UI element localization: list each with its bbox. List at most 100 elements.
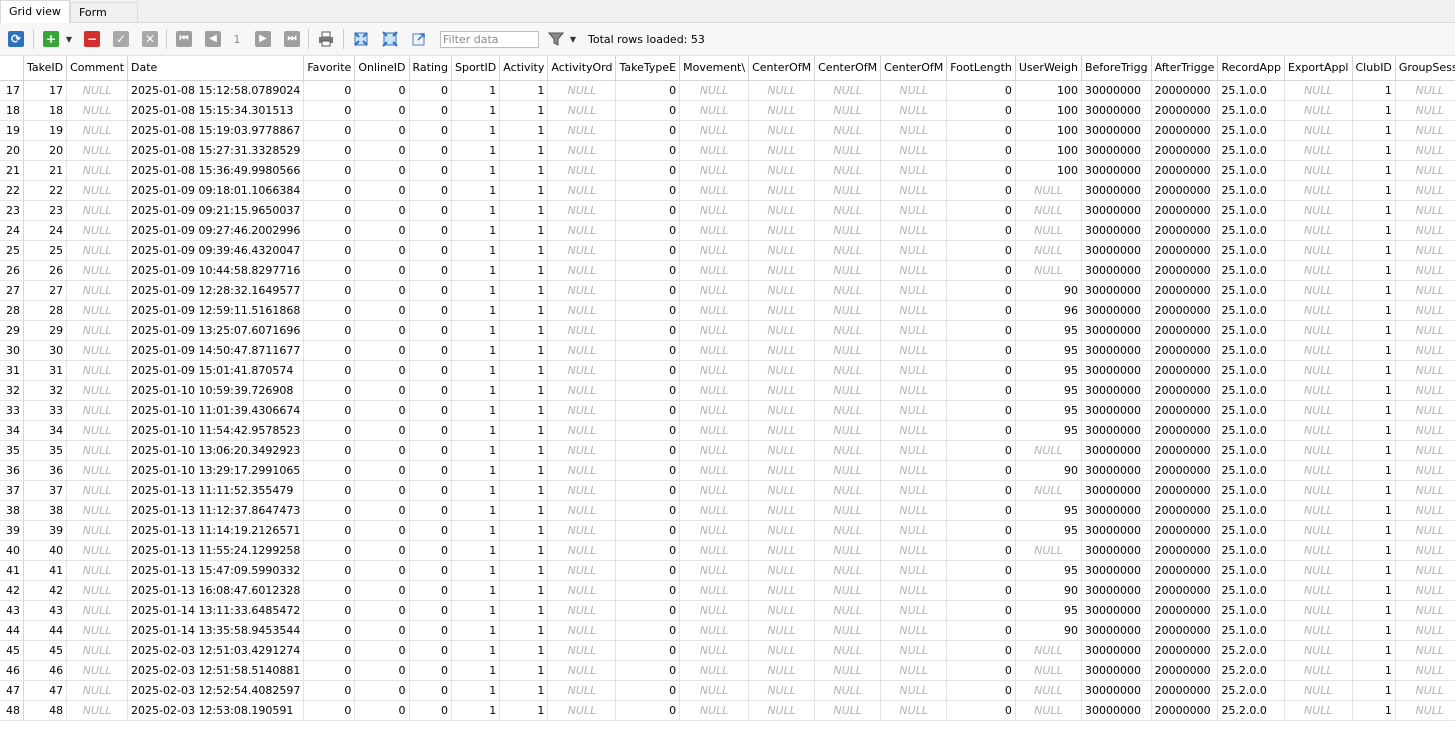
table-cell[interactable]: 20000000 (1151, 120, 1219, 141)
row-number[interactable]: 27 (0, 280, 24, 301)
table-row[interactable]: 42 42 NULL 2025-01-13 16:08:47.6012328 0 0 0 1 1… (0, 580, 1455, 601)
table-cell[interactable]: 0 (303, 340, 356, 361)
null-cell[interactable]: NULL (1284, 500, 1353, 521)
row-number[interactable]: 31 (0, 360, 24, 381)
table-cell[interactable]: 0 (354, 420, 410, 441)
table-cell[interactable]: 30000000 (1081, 480, 1152, 501)
table-cell[interactable]: 25.1.0.0 (1217, 260, 1285, 281)
table-cell[interactable]: 1 (1352, 600, 1396, 621)
table-cell[interactable]: 30000000 (1081, 600, 1152, 621)
column-header[interactable]: AfterTrigge (1151, 56, 1219, 81)
table-cell[interactable]: 1 (451, 160, 501, 181)
table-cell[interactable]: 30000000 (1081, 500, 1152, 521)
null-cell[interactable]: NULL (748, 480, 816, 501)
null-cell[interactable]: NULL (679, 660, 750, 681)
table-cell[interactable]: 1 (451, 700, 501, 721)
null-cell[interactable]: NULL (748, 320, 816, 341)
table-cell[interactable]: 20000000 (1151, 300, 1219, 321)
null-cell[interactable]: NULL (1015, 240, 1082, 261)
table-row[interactable]: 33 33 NULL 2025-01-10 11:01:39.4306674 0 0 0 1 1… (0, 400, 1455, 421)
table-cell[interactable]: 0 (409, 140, 452, 161)
commit-button[interactable]: ✓ (110, 28, 132, 50)
table-cell[interactable]: 30000000 (1081, 140, 1152, 161)
null-cell[interactable]: NULL (547, 240, 617, 261)
null-cell[interactable]: NULL (814, 340, 882, 361)
table-row[interactable]: 28 28 NULL 2025-01-09 12:59:11.5161868 0 0 0 1 1… (0, 300, 1455, 321)
table-cell[interactable]: 30000000 (1081, 220, 1152, 241)
null-cell[interactable]: NULL (1395, 540, 1455, 561)
table-cell[interactable]: 2025-01-13 11:55:24.1299258 (127, 540, 305, 561)
table-cell[interactable]: 0 (303, 520, 356, 541)
table-cell[interactable]: 1 (451, 140, 501, 161)
table-cell[interactable]: 30000000 (1081, 560, 1152, 581)
table-cell[interactable]: 0 (303, 540, 356, 561)
refresh-button[interactable]: ⟳ (5, 28, 27, 50)
column-header[interactable]: ClubID (1352, 56, 1396, 81)
add-row-dropdown-button[interactable]: ▼ (62, 28, 76, 50)
table-cell[interactable]: 25.1.0.0 (1217, 620, 1285, 641)
table-cell[interactable]: 20000000 (1151, 540, 1219, 561)
table-cell[interactable]: 0 (354, 220, 410, 241)
table-cell[interactable]: 39 (23, 520, 68, 541)
column-header[interactable]: Movement\ (679, 56, 750, 81)
null-cell[interactable]: NULL (679, 600, 750, 621)
table-cell[interactable]: 1 (499, 340, 549, 361)
null-cell[interactable]: NULL (880, 500, 948, 521)
null-cell[interactable]: NULL (748, 580, 816, 601)
null-cell[interactable]: NULL (66, 120, 129, 141)
table-cell[interactable]: 0 (354, 120, 410, 141)
table-cell[interactable]: 0 (409, 440, 452, 461)
table-cell[interactable]: 25.1.0.0 (1217, 460, 1285, 481)
null-cell[interactable]: NULL (679, 340, 750, 361)
table-cell[interactable]: 0 (354, 360, 410, 381)
table-cell[interactable]: 0 (409, 600, 452, 621)
table-cell[interactable]: 20000000 (1151, 420, 1219, 441)
table-cell[interactable]: 2025-01-10 10:59:39.726908 (127, 380, 305, 401)
null-cell[interactable]: NULL (880, 680, 948, 701)
null-cell[interactable]: NULL (1284, 460, 1353, 481)
table-cell[interactable]: 0 (946, 400, 1016, 421)
table-row[interactable]: 34 34 NULL 2025-01-10 11:54:42.9578523 0 0 0 1 1… (0, 420, 1455, 441)
null-cell[interactable]: NULL (1015, 680, 1082, 701)
table-cell[interactable]: 95 (1015, 520, 1082, 541)
table-cell[interactable]: 30000000 (1081, 380, 1152, 401)
null-cell[interactable]: NULL (748, 500, 816, 521)
filter-input[interactable] (440, 31, 539, 48)
column-header[interactable]: ExportAppl (1284, 56, 1353, 81)
null-cell[interactable]: NULL (1395, 360, 1455, 381)
table-cell[interactable]: 30000000 (1081, 160, 1152, 181)
table-cell[interactable]: 0 (303, 360, 356, 381)
row-number[interactable]: 17 (0, 80, 24, 101)
row-number[interactable]: 41 (0, 560, 24, 581)
null-cell[interactable]: NULL (880, 260, 948, 281)
table-cell[interactable]: 0 (354, 280, 410, 301)
table-cell[interactable]: 20000000 (1151, 500, 1219, 521)
null-cell[interactable]: NULL (1015, 540, 1082, 561)
table-cell[interactable]: 0 (354, 140, 410, 161)
table-cell[interactable]: 0 (615, 420, 681, 441)
table-cell[interactable]: 1 (499, 660, 549, 681)
table-cell[interactable]: 0 (615, 300, 681, 321)
null-cell[interactable]: NULL (547, 360, 617, 381)
null-cell[interactable]: NULL (1284, 260, 1353, 281)
row-number[interactable]: 25 (0, 240, 24, 261)
table-cell[interactable]: 30000000 (1081, 460, 1152, 481)
table-cell[interactable]: 37 (23, 480, 68, 501)
table-cell[interactable]: 1 (451, 320, 501, 341)
table-row[interactable]: 29 29 NULL 2025-01-09 13:25:07.6071696 0 0 0 1 1… (0, 320, 1455, 341)
null-cell[interactable]: NULL (880, 620, 948, 641)
table-cell[interactable]: 1 (451, 540, 501, 561)
table-cell[interactable]: 1 (1352, 480, 1396, 501)
null-cell[interactable]: NULL (814, 320, 882, 341)
table-cell[interactable]: 0 (303, 180, 356, 201)
table-row[interactable]: 40 40 NULL 2025-01-13 11:55:24.1299258 0 0 0 1 1… (0, 540, 1455, 561)
table-cell[interactable]: 17 (23, 80, 68, 101)
table-cell[interactable]: 0 (303, 120, 356, 141)
null-cell[interactable]: NULL (1395, 620, 1455, 641)
null-cell[interactable]: NULL (1395, 200, 1455, 221)
first-page-button[interactable]: ⏮ (173, 28, 195, 50)
null-cell[interactable]: NULL (66, 400, 129, 421)
null-cell[interactable]: NULL (66, 260, 129, 281)
table-cell[interactable]: 0 (946, 540, 1016, 561)
row-number[interactable]: 48 (0, 700, 24, 721)
